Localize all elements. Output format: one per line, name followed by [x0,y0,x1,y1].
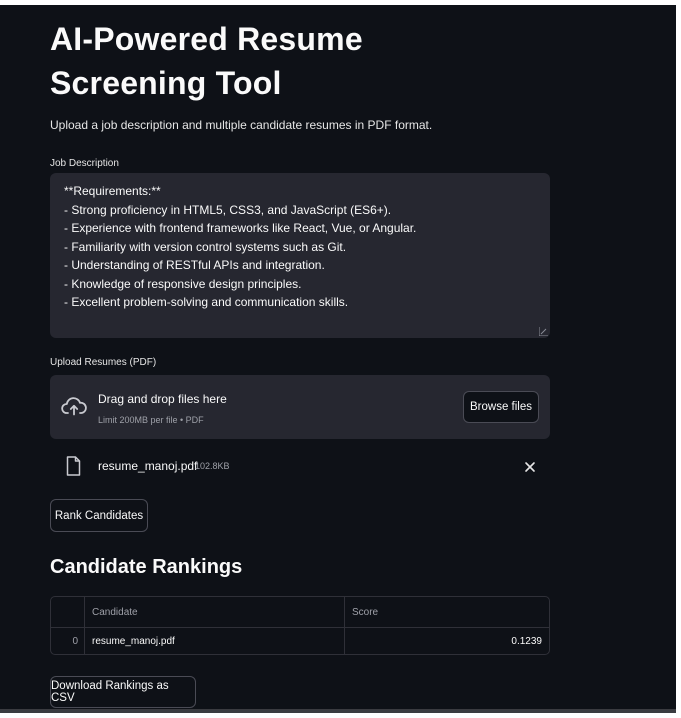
table-header-score[interactable]: Score [344,597,549,627]
table-row-index: 0 [72,635,78,647]
intro-text: Upload a job description and multiple ca… [50,118,433,132]
cloud-upload-icon [61,397,87,416]
table-header-index [51,597,84,627]
dropzone-title: Drag and drop files here [98,392,227,406]
bottom-scrollbar [0,709,676,713]
uploaded-file-item: resume_manoj.pdf 102.8KB [50,453,550,481]
rank-candidates-button[interactable]: Rank Candidates [50,499,148,532]
job-description-textarea[interactable]: **Requirements:** - Strong proficiency i… [50,173,550,338]
file-dropzone[interactable]: Drag and drop files here Limit 200MB per… [50,375,550,439]
uploaded-file-size: 102.8KB [195,461,230,471]
uploaded-file-name: resume_manoj.pdf [98,459,198,473]
close-icon[interactable] [523,460,537,474]
table-header-candidate[interactable]: Candidate [84,597,344,627]
job-description-label: Job Description [50,158,119,169]
file-icon [66,456,81,476]
browse-files-button[interactable]: Browse files [463,391,539,423]
upload-resumes-label: Upload Resumes (PDF) [50,357,157,368]
dropzone-limit-text: Limit 200MB per file • PDF [98,415,204,425]
table-cell-candidate[interactable]: resume_manoj.pdf [84,627,344,654]
rankings-table[interactable]: Candidate Score 0 resume_manoj.pdf 0.123… [50,596,550,655]
job-description-text[interactable]: **Requirements:** - Strong proficiency i… [64,182,536,312]
resize-handle-icon[interactable] [539,327,548,336]
rankings-heading: Candidate Rankings [50,556,243,578]
page-title: AI-Powered Resume Screening Tool [50,21,363,101]
app-window: AI-Powered Resume Screening Tool Upload … [0,5,676,713]
table-cell-score[interactable]: 0.1239 [344,627,549,654]
download-csv-button[interactable]: Download Rankings as CSV [50,676,196,708]
